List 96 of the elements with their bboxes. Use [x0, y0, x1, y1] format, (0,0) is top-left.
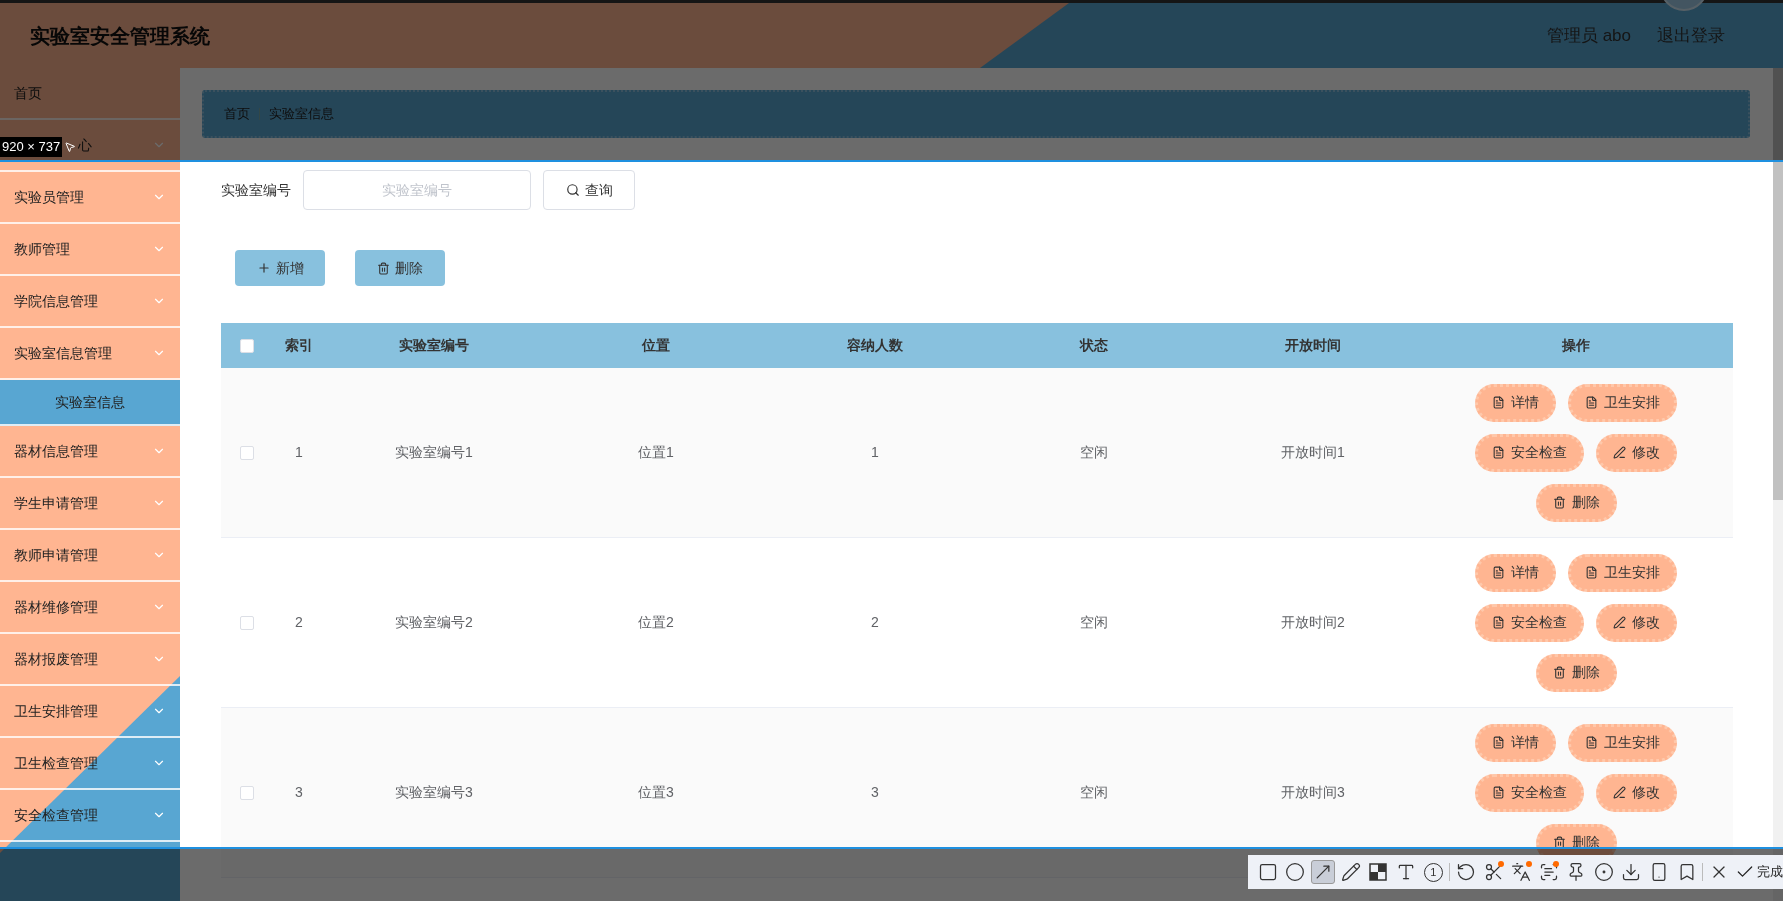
size-label: 920 × 737	[0, 137, 63, 157]
column-header: 位置	[642, 336, 670, 355]
column-header: 操作	[1562, 336, 1590, 355]
translate-icon	[1511, 862, 1532, 882]
table-cell-text: 3	[295, 783, 303, 802]
document-icon	[1492, 396, 1505, 409]
row-action-button[interactable]: 详情	[1475, 383, 1556, 422]
sidebar-item[interactable]: 教师管理	[0, 224, 180, 276]
toolbar-button[interactable]: 新增	[235, 250, 325, 286]
capture-tool[interactable]	[1311, 860, 1335, 884]
document-icon	[1492, 786, 1505, 799]
row-action-button[interactable]: 删除	[1535, 483, 1617, 522]
search-icon	[565, 183, 580, 197]
row-action-button[interactable]: 安全检查	[1475, 773, 1584, 812]
row-action-button[interactable]: 修改	[1596, 433, 1677, 472]
trash-icon	[377, 261, 390, 275]
sidebar-item[interactable]: 教师申请管理	[0, 530, 180, 582]
checkbox[interactable]	[240, 338, 254, 353]
mosaic-icon	[1369, 863, 1388, 881]
row-action-button[interactable]: 修改	[1596, 773, 1677, 812]
download-icon	[1621, 862, 1642, 882]
app-title: 实验室安全管理系统	[30, 23, 210, 49]
column-header: 开放时间	[1285, 336, 1341, 355]
toolbar-button[interactable]: 删除	[355, 250, 445, 286]
sidebar-subitem[interactable]: 实验室信息	[0, 380, 180, 426]
document-icon	[1492, 566, 1505, 579]
pencil-icon	[1340, 862, 1361, 882]
table-cell-text: 空闲	[1080, 443, 1108, 462]
row-action-button[interactable]: 安全检查	[1475, 433, 1584, 472]
document-icon	[1492, 736, 1505, 749]
table-cell-text: 空闲	[1080, 783, 1108, 802]
document-icon	[1492, 446, 1505, 459]
table-cell-text: 2	[295, 613, 303, 632]
table-cell-text: 位置1	[638, 443, 674, 462]
done-button[interactable]: 完成	[1735, 862, 1783, 882]
scan-icon	[1538, 862, 1559, 882]
cursor-icon	[64, 140, 77, 153]
table-cell-text: 开放时间3	[1281, 783, 1345, 802]
table-cell-text: 位置3	[638, 783, 674, 802]
checkbox[interactable]	[240, 785, 254, 800]
circle-icon	[1285, 862, 1306, 882]
rectangle-icon	[1257, 862, 1278, 882]
document-icon	[1585, 566, 1598, 579]
row-action-button[interactable]: 修改	[1596, 603, 1677, 642]
table-cell-text: 实验室编号1	[395, 443, 473, 462]
plus-icon	[256, 261, 271, 275]
table-cell-text: 3	[871, 783, 879, 802]
capture-tool[interactable]	[1592, 860, 1616, 884]
table-cell-text: 开放时间1	[1281, 443, 1345, 462]
search-field[interactable]: 实验室编号	[303, 170, 531, 210]
undo-icon	[1455, 862, 1476, 882]
capture-tool[interactable]	[1509, 860, 1533, 884]
table-cell-text: 位置2	[638, 613, 674, 632]
sidebar-item[interactable]: 器材信息管理	[0, 426, 180, 478]
table-cell-text: 开放时间2	[1281, 613, 1345, 632]
sidebar-item[interactable]: 实验员管理	[0, 172, 180, 224]
trash-icon	[1552, 666, 1566, 679]
column-header: 实验室编号	[399, 336, 469, 355]
user-name: 管理员 abo	[1546, 24, 1631, 47]
scissors-icon	[1483, 862, 1504, 882]
column-header: 索引	[285, 336, 313, 355]
column-header: 容纳人数	[847, 336, 903, 355]
capture-tool[interactable]	[1366, 860, 1390, 884]
row-action-button[interactable]: 卫生安排	[1568, 553, 1677, 592]
search-button[interactable]: 查询	[543, 170, 635, 210]
search-label: 实验室编号	[221, 180, 291, 200]
document-icon	[1585, 396, 1598, 409]
document-icon	[1492, 616, 1505, 629]
pencil-icon	[1613, 786, 1626, 799]
pencil-icon	[1613, 446, 1626, 459]
checkbox[interactable]	[240, 615, 254, 630]
sidebar-item[interactable]: 安全检查管理	[0, 790, 180, 842]
table-cell-text: 实验室编号3	[395, 783, 473, 802]
sidebar-item[interactable]: 卫生安排管理	[0, 686, 180, 738]
table-cell-text: 1	[295, 443, 303, 462]
sidebar-item[interactable]: 器材维修管理	[0, 582, 180, 634]
row-action-button[interactable]: 详情	[1475, 553, 1556, 592]
table-cell-text: 2	[871, 613, 879, 632]
table-cell-text: 1	[871, 443, 879, 462]
pencil-icon	[1613, 616, 1626, 629]
sidebar-item[interactable]: 学生申请管理	[0, 478, 180, 530]
trash-icon	[1552, 836, 1566, 849]
sidebar-item[interactable]: 学院信息管理	[0, 276, 180, 328]
record-icon	[1593, 862, 1614, 882]
row-action-button[interactable]: 安全检查	[1475, 603, 1584, 642]
table-cell-text: 空闲	[1080, 613, 1108, 632]
document-icon	[1585, 736, 1598, 749]
table-cell-text: 实验室编号2	[395, 613, 473, 632]
row-action-button[interactable]: 详情	[1475, 723, 1556, 762]
row-action-button[interactable]: 卫生安排	[1568, 723, 1677, 762]
row-action-button[interactable]: 删除	[1535, 653, 1617, 692]
row-action-button[interactable]: 卫生安排	[1568, 383, 1677, 422]
checkbox[interactable]	[240, 445, 254, 460]
sidebar-item[interactable]: 器材报废管理	[0, 634, 180, 686]
trash-icon	[1552, 496, 1566, 509]
column-header: 状态	[1080, 336, 1108, 355]
